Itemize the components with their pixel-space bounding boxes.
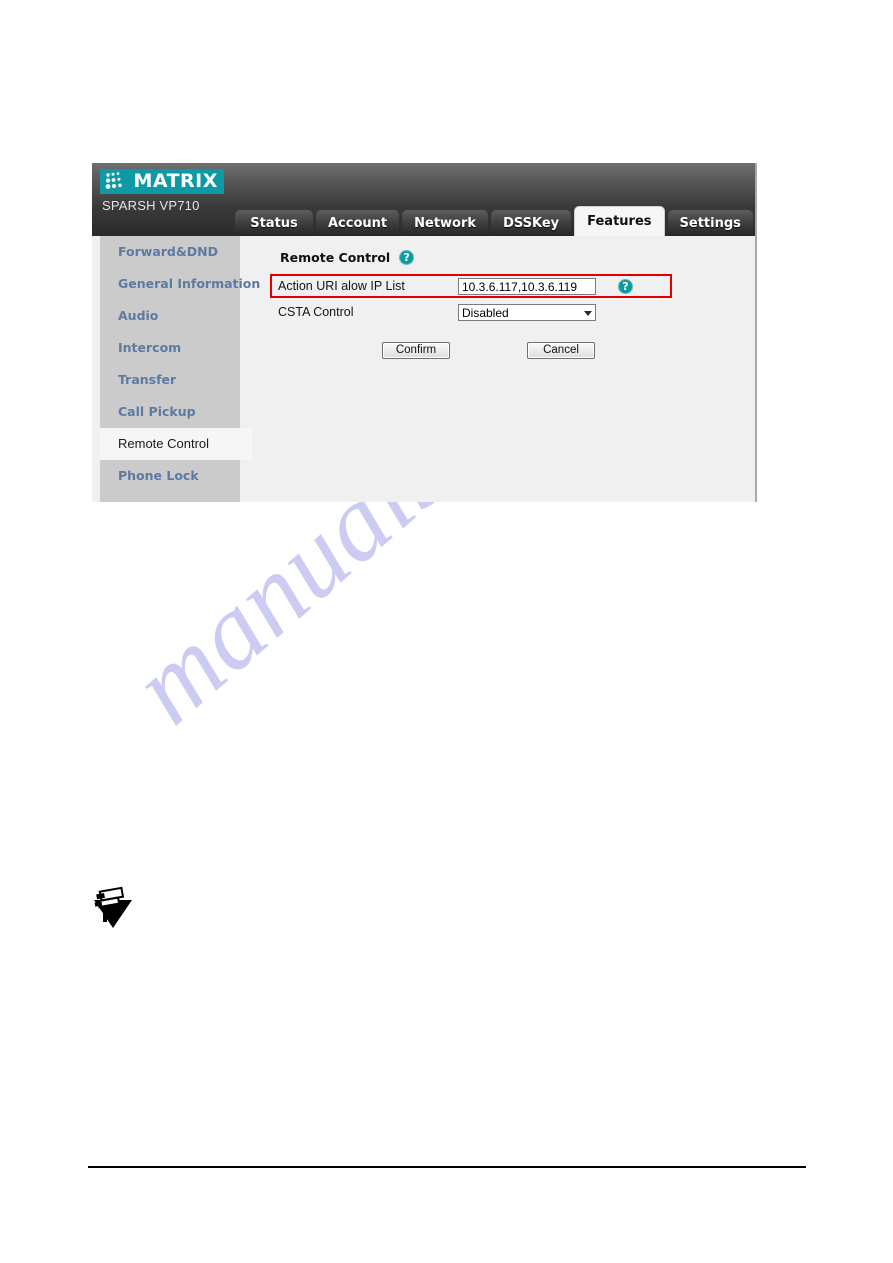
tab-bar: Status Account Network DSSKey Features S… [235,206,755,236]
ui-header: MATRIX SPARSH VP710 Status Account Netwo… [92,163,755,236]
tab-settings[interactable]: Settings [667,210,753,236]
label-action-uri-allow-ip-list: Action URI alow IP List [278,279,405,293]
action-uri-allow-ip-list-input[interactable]: 10.3.6.117,10.3.6.119 [458,277,596,295]
sidebar-item-remote-control[interactable]: Remote Control [100,428,252,460]
brand-name: MATRIX [133,170,218,192]
sidebar: Forward&DND General Information Audio In… [100,236,260,502]
section-title-row: Remote Control ? [280,250,751,265]
brand-model: SPARSH VP710 [102,198,200,213]
page-title: Remote Control [280,250,391,265]
sidebar-item-forward-dnd[interactable]: Forward&DND [100,236,240,268]
tab-network[interactable]: Network [402,210,489,236]
help-icon-section[interactable]: ? [399,250,415,265]
form-row-action-uri: Action URI alow IP List 10.3.6.117,10.3.… [252,274,751,298]
tab-account[interactable]: Account [316,210,400,236]
note-triangle-icon [88,886,136,930]
sidebar-item-transfer[interactable]: Transfer [100,364,240,396]
dot-grid-icon [104,171,126,191]
csta-control-selected-value: Disabled [462,305,509,320]
form-row-csta-control: CSTA Control Disabled [252,300,751,324]
footer-divider [88,1166,806,1168]
sidebar-item-phone-lock[interactable]: Phone Lock [100,460,240,492]
sidebar-item-general-information[interactable]: General Information [100,268,260,300]
ui-body: Forward&DND General Information Audio In… [92,236,755,502]
cancel-button[interactable]: Cancel [527,342,595,359]
sidebar-item-call-pickup[interactable]: Call Pickup [100,396,240,428]
button-row: Confirm Cancel [382,342,751,359]
help-icon-action-uri[interactable]: ? [618,278,633,294]
tab-features[interactable]: Features [574,206,665,236]
csta-control-select[interactable]: Disabled [458,303,596,321]
device-web-ui-panel: MATRIX SPARSH VP710 Status Account Netwo… [92,163,757,502]
form-rows: Action URI alow IP List 10.3.6.117,10.3.… [252,274,751,324]
tab-dsskey[interactable]: DSSKey [491,210,572,236]
chevron-down-icon [584,310,592,316]
tab-status[interactable]: Status [235,210,313,236]
brand-block: MATRIX SPARSH VP710 [100,169,230,213]
label-csta-control: CSTA Control [278,305,354,319]
sidebar-item-intercom[interactable]: Intercom [100,332,240,364]
confirm-button[interactable]: Confirm [382,342,450,359]
content-pane: Remote Control ? Action URI alow IP List… [252,236,751,502]
sidebar-item-audio[interactable]: Audio [100,300,240,332]
brand-logo: MATRIX [100,169,224,194]
